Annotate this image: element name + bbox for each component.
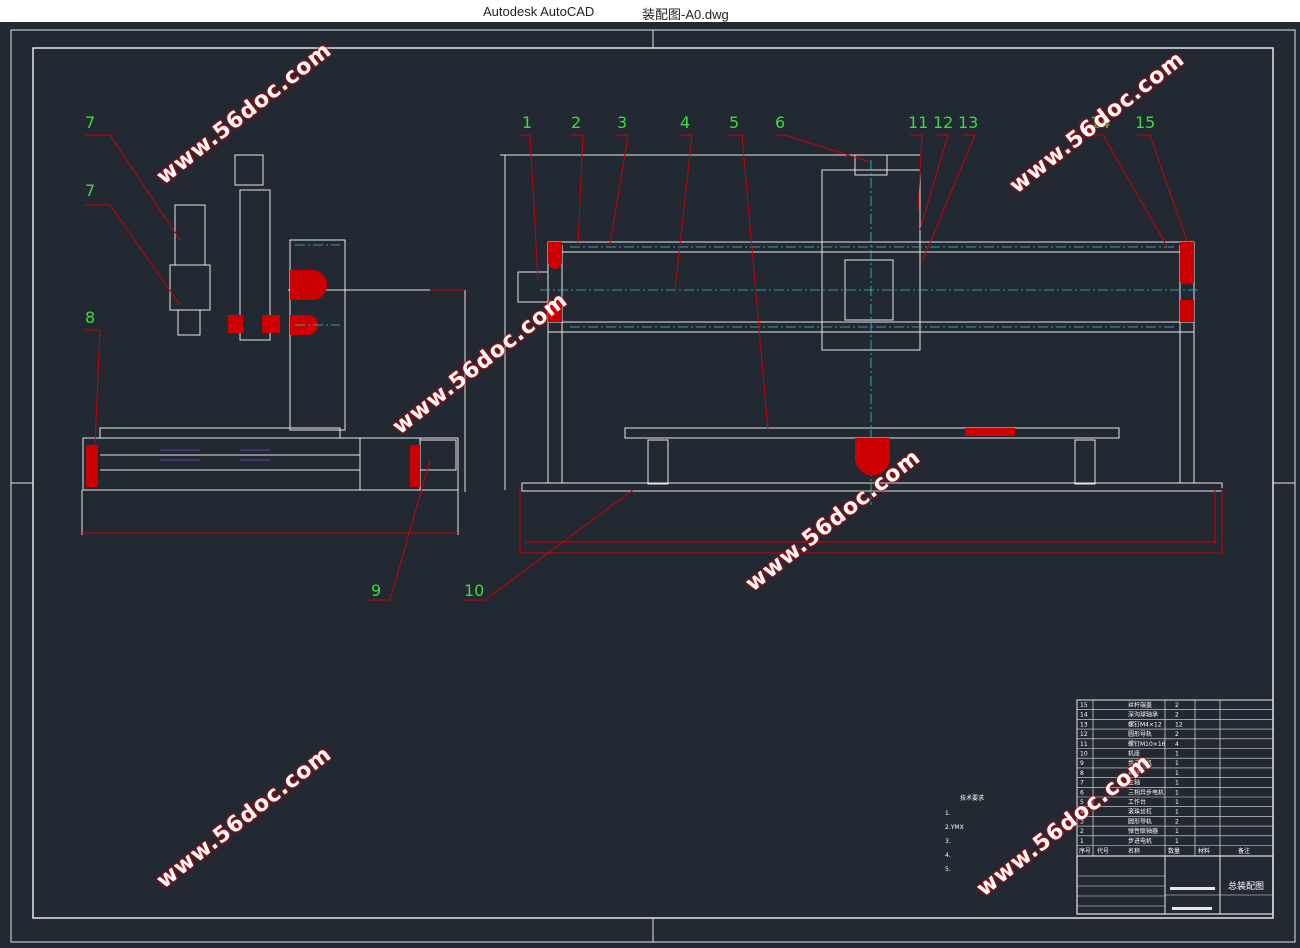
- parts-list-row: 15 丝杆端盖 2: [1080, 701, 1179, 709]
- parts-list-name: 滚珠丝杠: [1128, 808, 1152, 816]
- parts-list-qty: 1: [1175, 760, 1179, 767]
- window-titlebar: Autodesk AutoCAD 装配图-A0.dwg: [0, 0, 1300, 22]
- side-view: [81, 154, 466, 535]
- parts-list-no: 12: [1080, 731, 1088, 738]
- parts-list-name: 螺钉M4×12: [1128, 720, 1162, 728]
- part-label: 1: [522, 113, 532, 132]
- part-labels: 7 7 8 9 10 1 2 3 4 5 6 11 12 13 14 15: [85, 113, 1155, 600]
- parts-list-row: 13 螺钉M4×12 12: [1080, 720, 1183, 728]
- app-name: Autodesk AutoCAD: [483, 4, 595, 19]
- parts-list-no: 10: [1080, 751, 1088, 758]
- parts-list-qty: 1: [1175, 770, 1179, 777]
- leader-lines: [85, 134, 1191, 601]
- svg-text:材料: 材料: [1198, 847, 1210, 855]
- parts-list-qty: 2: [1175, 818, 1179, 825]
- parts-list-no: 15: [1080, 702, 1088, 709]
- part-label: 10: [464, 581, 484, 600]
- parts-list-qty: 12: [1175, 721, 1183, 728]
- note-item: 5.: [945, 866, 951, 873]
- parts-list-row: 1 步进电机 1: [1080, 837, 1179, 845]
- parts-list-no: 7: [1080, 780, 1084, 787]
- parts-list-qty: 1: [1175, 828, 1179, 835]
- part-label: 5: [729, 113, 739, 132]
- parts-list-name: 三相异步电机: [1128, 788, 1164, 796]
- side-view-red-parts: [86, 270, 420, 487]
- parts-list-qty: 1: [1175, 799, 1179, 806]
- parts-list-name: 丝杆端盖: [1128, 701, 1152, 709]
- parts-list-qty: 2: [1175, 712, 1179, 719]
- svg-text:名称: 名称: [1128, 847, 1140, 855]
- part-label: 3: [617, 113, 627, 132]
- file-name: 装配图-A0.dwg: [642, 7, 729, 22]
- drawing-title: 总装配图: [1228, 880, 1264, 892]
- parts-list-row: 2 弹性联轴器 1: [1080, 827, 1179, 835]
- svg-text:序号: 序号: [1079, 847, 1091, 855]
- parts-list-qty: 1: [1175, 751, 1179, 758]
- parts-list-no: 13: [1080, 721, 1088, 728]
- parts-list-qty: 1: [1175, 789, 1179, 796]
- part-label: 7: [85, 181, 95, 200]
- svg-text:备注: 备注: [1238, 847, 1250, 855]
- parts-list-qty: 2: [1175, 702, 1179, 709]
- parts-list-row: 3 圆形导轨 2: [1080, 817, 1179, 825]
- parts-list-name: 工作台: [1128, 798, 1146, 806]
- part-label: 7: [85, 113, 95, 132]
- part-label: 2: [571, 113, 581, 132]
- part-label: 6: [775, 113, 785, 132]
- svg-text:代号: 代号: [1097, 847, 1109, 855]
- parts-list-name: 弹性联轴器: [1128, 827, 1158, 835]
- parts-list-row: 11 螺钉M10×16 4: [1080, 740, 1179, 748]
- parts-list-name: 圆形导轨: [1128, 730, 1152, 738]
- title-block: 总装配图: [1076, 855, 1274, 915]
- technical-notes: 技术要求 1. 2.YMX 3. 4. 5.: [945, 794, 984, 873]
- parts-list-name: 深沟球轴承: [1128, 711, 1158, 719]
- svg-text:数量: 数量: [1168, 847, 1180, 855]
- parts-list-qty: 1: [1175, 780, 1179, 787]
- note-item: 1.: [945, 810, 951, 817]
- parts-list-qty: 2: [1175, 731, 1179, 738]
- parts-list-row: 14 深沟球轴承 2: [1080, 711, 1179, 719]
- part-label: 8: [85, 308, 95, 327]
- note-item: 4.: [945, 852, 951, 859]
- part-label: 9: [371, 581, 381, 600]
- part-label: 4: [680, 113, 690, 132]
- parts-list-row: 12 圆形导轨 2: [1080, 730, 1179, 738]
- note-item: 3.: [945, 838, 951, 845]
- parts-list-no: 11: [1080, 741, 1088, 748]
- parts-list-no: 8: [1080, 770, 1084, 777]
- notes-title: 技术要求: [960, 794, 984, 802]
- part-label: 13: [958, 113, 978, 132]
- drawing-canvas[interactable]: 7 7 8 9 10 1 2 3 4 5 6 11 12 13 14 15 技术…: [0, 22, 1300, 948]
- part-label: 15: [1135, 113, 1155, 132]
- parts-list-no: 2: [1080, 828, 1084, 835]
- parts-list-no: 9: [1080, 760, 1084, 767]
- parts-list-qty: 4: [1175, 741, 1179, 748]
- parts-list-name: 圆形导轨: [1128, 817, 1152, 825]
- parts-list-qty: 1: [1175, 809, 1179, 816]
- note-item: 2.YMX: [945, 824, 964, 831]
- parts-list-row: 10 机座 1: [1080, 750, 1179, 758]
- part-label: 11: [908, 113, 928, 132]
- parts-list-name: 螺钉M10×16: [1128, 740, 1166, 748]
- parts-list-qty: 1: [1175, 838, 1179, 845]
- parts-list-no: 14: [1080, 712, 1088, 719]
- part-label: 12: [933, 113, 953, 132]
- parts-list-name: 步进电机: [1128, 837, 1152, 845]
- parts-list-header: 序号 代号 名称 数量 材料 备注: [1079, 847, 1250, 855]
- parts-list-no: 1: [1080, 838, 1084, 845]
